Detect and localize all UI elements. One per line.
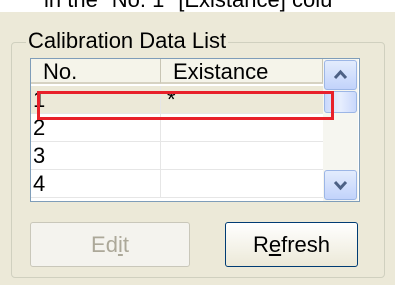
- dialog-panel: Calibration Data List No. Existance 1 * …: [0, 12, 395, 285]
- list-row-4[interactable]: 4: [31, 170, 323, 198]
- edit-button[interactable]: Edit: [30, 222, 190, 267]
- edit-label-post: t: [122, 232, 129, 257]
- scroll-down-button[interactable]: [324, 170, 357, 200]
- column-header-existance[interactable]: Existance: [161, 59, 323, 84]
- row-existance: [161, 114, 323, 141]
- calibration-data-list[interactable]: No. Existance 1 * 2 3 4: [30, 58, 360, 202]
- refresh-label-pre: R: [252, 232, 269, 257]
- row-no: 3: [31, 142, 161, 169]
- refresh-button[interactable]: Refresh: [225, 222, 358, 267]
- vertical-scrollbar[interactable]: [323, 59, 358, 201]
- refresh-label-accel: e: [268, 232, 282, 257]
- edit-label-pre: Ed: [91, 232, 118, 257]
- row-existance: *: [167, 87, 176, 112]
- column-header-no[interactable]: No.: [31, 59, 161, 84]
- chevron-down-icon: [333, 180, 348, 191]
- row-no: 4: [31, 170, 161, 197]
- chevron-up-icon: [333, 69, 348, 80]
- list-row-2[interactable]: 2: [31, 114, 323, 142]
- row-existance: [161, 142, 323, 169]
- scroll-up-button[interactable]: [324, 60, 357, 90]
- refresh-label-post: fresh: [281, 232, 331, 257]
- row-no: 1: [31, 86, 161, 113]
- row-no: 2: [31, 114, 161, 141]
- list-rows: 1 * 2 3 4: [31, 86, 323, 198]
- list-row-3[interactable]: 3: [31, 142, 323, 170]
- list-header: No. Existance: [31, 59, 323, 86]
- row-existance: [161, 170, 323, 197]
- scroll-thumb[interactable]: [324, 91, 357, 113]
- group-title: Calibration Data List: [26, 28, 229, 54]
- list-row-1[interactable]: 1 *: [31, 86, 323, 114]
